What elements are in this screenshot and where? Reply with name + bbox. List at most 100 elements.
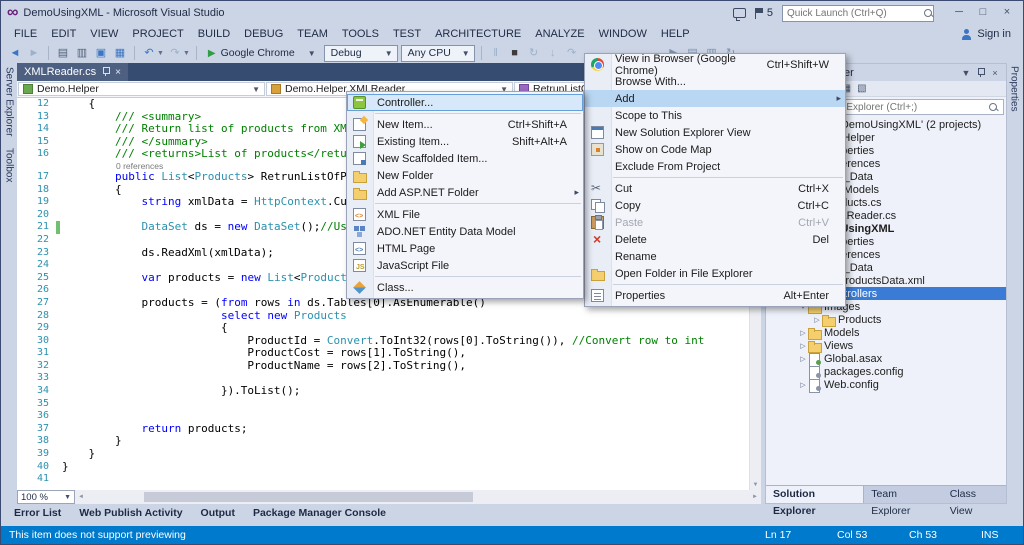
navigate-backward-icon[interactable]: ◄ — [7, 44, 23, 62]
chevron-down-icon[interactable]: ▼ — [157, 50, 164, 57]
maximize-button[interactable]: □ — [971, 4, 995, 22]
search-icon[interactable] — [988, 102, 999, 113]
pin-icon[interactable] — [977, 68, 984, 78]
add-menu-item-new-item[interactable]: New Item...Ctrl+Shift+A — [347, 116, 583, 133]
context-menu-item-show-on-code-map[interactable]: Show on Code Map — [585, 141, 845, 158]
search-icon[interactable] — [923, 8, 934, 19]
tree-item-global-asax[interactable]: ▷Global.asax — [766, 352, 1006, 365]
add-menu-item-ado-net-entity-data-model[interactable]: ADO.NET Entity Data Model — [347, 223, 583, 240]
project-dropdown[interactable]: Demo.Helper ▼ — [18, 82, 265, 96]
window-position-icon[interactable]: ▼ — [959, 68, 973, 78]
add-menu-item-xml-file[interactable]: XML File — [347, 206, 583, 223]
tree-item-views[interactable]: ▷Views — [766, 339, 1006, 352]
redo-icon[interactable]: ↷ — [167, 44, 183, 62]
side-tab-server-explorer[interactable]: Server Explorer — [4, 67, 15, 136]
expander-icon[interactable]: ▷ — [798, 329, 808, 337]
restart-icon[interactable]: ↻ — [526, 44, 542, 62]
context-menu-item-delete[interactable]: DeleteDel — [585, 231, 845, 248]
scroll-down-icon[interactable]: ▼ — [750, 480, 761, 490]
solution-platform-dropdown[interactable]: Any CPU▼ — [401, 45, 475, 62]
add-menu-item-add-asp-net-folder[interactable]: Add ASP.NET Folder▸ — [347, 184, 583, 201]
context-menu-item-properties[interactable]: PropertiesAlt+Enter — [585, 287, 845, 304]
menubar-item-view[interactable]: VIEW — [83, 25, 125, 43]
stop-debug-icon[interactable]: ■ — [507, 44, 523, 62]
expander-icon[interactable]: ▷ — [798, 355, 808, 363]
open-file-icon[interactable]: ▥ — [74, 44, 90, 62]
chevron-down-icon[interactable]: ▼ — [183, 50, 190, 57]
scroll-left-icon[interactable]: ◄ — [75, 490, 87, 504]
notifications-flag[interactable]: 5 — [755, 7, 773, 19]
context-menu-item-paste[interactable]: PasteCtrl+V — [585, 214, 845, 231]
side-tab-toolbox[interactable]: Toolbox — [4, 148, 15, 182]
document-tab[interactable]: XMLReader.cs × — [17, 63, 128, 81]
panel-tab-solution-explorer[interactable]: Solution Explorer — [766, 486, 864, 503]
add-menu-item-controller[interactable]: Controller... — [347, 94, 583, 111]
save-all-icon[interactable]: ▦ — [112, 44, 128, 62]
menubar-item-build[interactable]: BUILD — [191, 25, 237, 43]
bottom-tab-web-publish-activity[interactable]: Web Publish Activity — [71, 507, 190, 519]
zoom-dropdown[interactable]: 100 % ▼ — [17, 490, 75, 504]
add-menu-item-html-page[interactable]: HTML Page — [347, 240, 583, 257]
step-into-icon[interactable]: ↓ — [545, 44, 561, 62]
navigate-forward-icon[interactable]: ► — [26, 44, 42, 62]
context-menu-item-add[interactable]: Add▸ — [585, 90, 845, 107]
feedback-icon[interactable] — [733, 8, 746, 18]
new-file-icon[interactable]: ▤ — [55, 44, 71, 62]
menubar-item-architecture[interactable]: ARCHITECTURE — [428, 25, 528, 43]
minimize-button[interactable]: ─ — [947, 4, 971, 22]
add-menu-item-javascript-file[interactable]: JavaScript File — [347, 257, 583, 274]
menubar-item-team[interactable]: TEAM — [290, 25, 335, 43]
bottom-tab-output[interactable]: Output — [193, 507, 243, 519]
menubar-item-edit[interactable]: EDIT — [44, 25, 83, 43]
menubar-item-project[interactable]: PROJECT — [125, 25, 190, 43]
tree-item-models[interactable]: ▷Models — [766, 326, 1006, 339]
menubar-item-window[interactable]: WINDOW — [592, 25, 654, 43]
menubar-item-file[interactable]: FILE — [7, 25, 44, 43]
panel-tab-class-view[interactable]: Class View — [943, 486, 1006, 503]
context-menu-item-browse-with[interactable]: Browse With... — [585, 73, 845, 90]
context-menu-item-open-folder-in-file-explorer[interactable]: Open Folder in File Explorer — [585, 265, 845, 282]
panel-tab-team-explorer[interactable]: Team Explorer — [864, 486, 942, 503]
undo-icon[interactable]: ↶ — [141, 44, 157, 62]
tree-item-packages-config[interactable]: packages.config — [766, 365, 1006, 378]
add-menu-item-class[interactable]: Class... — [347, 279, 583, 296]
horizontal-scrollbar[interactable]: ◄ ► — [75, 490, 761, 504]
side-tab-properties[interactable]: Properties — [1009, 66, 1020, 502]
expander-icon[interactable]: ▷ — [812, 316, 822, 324]
menubar-item-debug[interactable]: DEBUG — [237, 25, 290, 43]
sign-in-button[interactable]: Sign in — [961, 28, 1023, 40]
menubar-item-test[interactable]: TEST — [386, 25, 428, 43]
expander-icon[interactable]: ▷ — [798, 381, 808, 389]
pin-tab-icon[interactable] — [102, 67, 109, 77]
close-tab-icon[interactable]: × — [115, 67, 121, 78]
scroll-right-icon[interactable]: ► — [749, 490, 761, 504]
quick-launch-input[interactable] — [783, 8, 923, 19]
bottom-tab-package-manager-console[interactable]: Package Manager Console — [245, 507, 394, 519]
context-menu-item-new-solution-explorer-view[interactable]: New Solution Explorer View — [585, 124, 845, 141]
menubar-item-help[interactable]: HELP — [654, 25, 697, 43]
context-menu-item-copy[interactable]: CopyCtrl+C — [585, 197, 845, 214]
context-menu-item-view-in-browser-google-chrome[interactable]: View in Browser (Google Chrome)Ctrl+Shif… — [585, 56, 845, 73]
expander-icon[interactable]: ▷ — [798, 342, 808, 350]
step-over-icon[interactable]: ↷ — [564, 44, 580, 62]
tree-item-web-config[interactable]: ▷Web.config — [766, 378, 1006, 391]
close-button[interactable]: × — [995, 4, 1019, 22]
save-icon[interactable]: ▣ — [93, 44, 109, 62]
context-menu-item-rename[interactable]: Rename — [585, 248, 845, 265]
context-menu-item-scope-to-this[interactable]: Scope to This — [585, 107, 845, 124]
add-menu-item-new-folder[interactable]: New Folder — [347, 167, 583, 184]
context-menu-item-cut[interactable]: CutCtrl+X — [585, 180, 845, 197]
close-panel-icon[interactable]: × — [988, 68, 1002, 78]
menubar-item-analyze[interactable]: ANALYZE — [528, 25, 591, 43]
add-menu-item-existing-item[interactable]: Existing Item...Shift+Alt+A — [347, 133, 583, 150]
preview-selected-items-icon[interactable]: ▧ — [857, 83, 866, 94]
solution-configuration-dropdown[interactable]: Debug▼ — [324, 45, 398, 62]
context-menu-item-exclude-from-project[interactable]: Exclude From Project — [585, 158, 845, 175]
start-debug-button[interactable]: ▶Google Chrome▼ — [203, 45, 321, 62]
menubar-item-tools[interactable]: TOOLS — [335, 25, 386, 43]
tree-item-products[interactable]: ▷Products — [766, 313, 1006, 326]
add-menu-item-new-scaffolded-item[interactable]: New Scaffolded Item... — [347, 150, 583, 167]
bottom-tab-error-list[interactable]: Error List — [6, 507, 69, 519]
break-all-icon[interactable]: ‖ — [488, 44, 504, 62]
scrollbar-thumb[interactable] — [144, 492, 473, 502]
